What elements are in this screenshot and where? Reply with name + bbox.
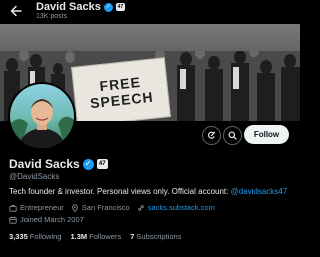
location-item: San Francisco [71,203,130,212]
following-stat[interactable]: 3,335 Following [9,232,61,241]
verified-badge-icon: ✓ [103,2,113,12]
grok-icon[interactable] [202,126,221,145]
posts-count: 13K posts [36,13,68,20]
affiliate-badge-icon: 47 [115,3,125,11]
profile-handle: @DavidSacks [9,172,60,181]
avatar[interactable] [8,82,76,150]
location-pin-icon [71,203,78,212]
profile-joined-row: Joined March 2007 [9,215,91,224]
verified-badge-icon[interactable]: ✓ [82,158,94,170]
avatar-photo [10,84,74,148]
profile-category: Entrepreneur [20,203,64,212]
following-count: 3,335 [9,232,28,241]
link-icon [137,204,144,211]
followers-label: Followers [89,232,122,241]
profile-stats: 3,335 Following 1.3M Followers 7 Subscripti… [9,232,190,241]
sign-text-line2: SPEECH [89,88,155,112]
profile-top-bar: David Sacks ✓ 47 13K posts [0,0,300,24]
top-bar-name: David Sacks [36,1,101,13]
joined-item: Joined March 2007 [9,215,84,224]
profile-joined-date: Joined March 2007 [20,215,84,224]
profile-location: San Francisco [81,203,130,212]
bio-mention-link[interactable]: @davidsacks47 [231,187,288,196]
profile-website-link[interactable]: sacks.substack.com [148,203,215,212]
category-item: Entrepreneur [9,203,64,212]
website-item[interactable]: sacks.substack.com [137,203,215,212]
profile-name-row: David Sacks ✓ 47 [9,157,108,171]
bio-text: Tech founder & investor. Personal views … [9,187,231,196]
followers-stat[interactable]: 1.3M Followers [70,232,121,241]
profile-meta-row: Entrepreneur San Francisco sacks.substac… [9,203,222,212]
subscriptions-count: 7 [130,232,135,241]
profile-name: David Sacks [9,157,80,171]
affiliate-badge-icon[interactable]: 47 [96,159,108,169]
subscriptions-stat[interactable]: 7 Subscriptions [130,232,181,241]
top-bar-title: David Sacks ✓ 47 [36,1,125,13]
follow-button[interactable]: Follow [244,125,289,144]
subscriptions-label: Subscriptions [136,232,182,241]
briefcase-icon [9,204,17,212]
search-icon[interactable] [223,126,242,145]
following-label: Following [29,232,62,241]
free-speech-sign: FREE SPEECH [71,57,171,121]
profile-bio: Tech founder & investor. Personal views … [9,187,287,196]
avatar-portrait [10,99,74,148]
calendar-icon [9,216,17,224]
back-arrow-icon[interactable] [8,3,24,19]
followers-count: 1.3M [70,232,88,241]
